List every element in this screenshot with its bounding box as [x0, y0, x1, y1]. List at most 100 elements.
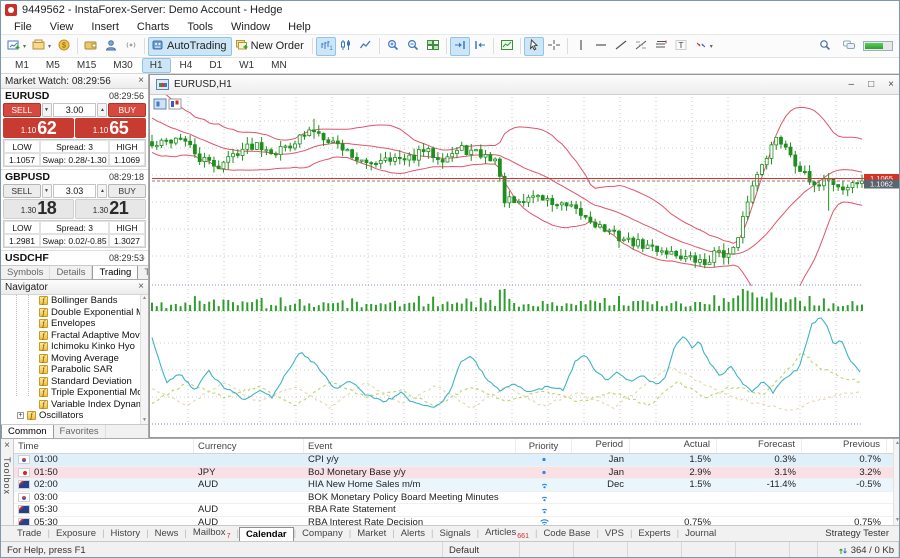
navigator-scrollbar[interactable]: ▲ ▼ — [140, 295, 148, 424]
menu-tools[interactable]: Tools — [178, 20, 222, 34]
tab-common[interactable]: Common — [1, 424, 54, 438]
tree-item-variable-index-dynamic-average[interactable]: fVariable Index Dynamic Average — [1, 399, 148, 411]
minimize-icon[interactable]: – — [849, 79, 855, 90]
tree-item-triple-exponential-moving-average[interactable]: fTriple Exponential Moving Average — [1, 387, 148, 399]
templates-button[interactable] — [497, 37, 517, 56]
tab-calendar[interactable]: Calendar — [239, 527, 294, 541]
buy-button[interactable]: BUY — [108, 184, 146, 198]
tab-alerts[interactable]: Alerts — [395, 527, 431, 540]
volume-up-button[interactable]: ▲ — [97, 184, 107, 198]
tree-item-parabolic-sar[interactable]: fParabolic SAR — [1, 364, 148, 376]
symbol-block-eurusd[interactable]: EURUSD08:29:56SELL▼3.00▲BUY1.10621.1065L… — [1, 89, 148, 170]
new-chart-button[interactable]: ▾ — [4, 37, 29, 56]
chart-shift-button[interactable] — [470, 37, 490, 56]
deposit-button[interactable] — [81, 37, 101, 56]
tile-windows-button[interactable] — [423, 37, 443, 56]
calendar-row[interactable]: 01:50JPYBoJ Monetary Base y/yJan2.9%3.1%… — [14, 467, 900, 480]
tab-code-base[interactable]: Code Base — [537, 527, 596, 540]
menu-view[interactable]: View — [41, 20, 83, 34]
volume-up-button[interactable]: ▲ — [97, 103, 107, 117]
tree-item-oscillators[interactable]: +fOscillators — [1, 410, 148, 422]
close-icon[interactable]: × — [138, 76, 144, 86]
tab-history[interactable]: History — [105, 527, 147, 540]
menu-insert[interactable]: Insert — [82, 20, 128, 34]
sell-button[interactable]: SELL — [3, 103, 41, 117]
zoom-in-button[interactable] — [383, 37, 403, 56]
close-icon[interactable]: × — [888, 79, 894, 90]
autotrading-button[interactable]: AutoTrading — [148, 37, 232, 56]
chart-window-titlebar[interactable]: EURUSD,H1 –□× — [150, 75, 900, 95]
scroll-up-icon[interactable]: ▲ — [895, 441, 900, 446]
tree-item-ichimoku-kinko-hyo[interactable]: fIchimoku Kinko Hyo — [1, 341, 148, 353]
tab-signals[interactable]: Signals — [433, 527, 476, 540]
timeframe-m1[interactable]: M1 — [7, 58, 37, 73]
timeframe-h1[interactable]: H1 — [142, 58, 171, 73]
price-chart[interactable]: 1.10651.1062 — [150, 95, 900, 437]
tab-market[interactable]: Market — [351, 527, 392, 540]
menu-file[interactable]: File — [5, 20, 41, 34]
volume-field[interactable]: 3.03 — [53, 184, 97, 198]
tab-symbols[interactable]: Symbols — [1, 266, 50, 279]
tab-exposure[interactable]: Exposure — [50, 527, 102, 540]
tab-trade[interactable]: Trade — [11, 527, 47, 540]
volume-down-button[interactable]: ▼ — [42, 103, 52, 117]
volume-down-button[interactable]: ▼ — [42, 184, 52, 198]
timeframe-h4[interactable]: H4 — [172, 58, 201, 73]
tab-favorites[interactable]: Favorites — [54, 425, 106, 438]
scroll-down-icon[interactable]: ▼ — [140, 257, 146, 263]
tab-experts[interactable]: Experts — [632, 527, 676, 540]
close-icon[interactable]: × — [138, 282, 144, 292]
arrows-button[interactable]: ▾ — [691, 37, 716, 56]
maximize-icon[interactable]: □ — [868, 79, 874, 90]
calendar-row[interactable]: 03:00BOK Monetary Policy Board Meeting M… — [14, 492, 900, 505]
menu-charts[interactable]: Charts — [128, 20, 178, 34]
tab-details[interactable]: Details — [50, 266, 92, 279]
tree-item-bollinger-bands[interactable]: fBollinger Bands — [1, 295, 148, 307]
new-order-button[interactable]: New Order — [232, 37, 309, 56]
timeframe-d1[interactable]: D1 — [201, 58, 230, 73]
scroll-down-icon[interactable]: ▼ — [895, 518, 900, 523]
vertical-line-button[interactable] — [571, 37, 591, 56]
calendar-scrollbar[interactable]: ▲ ▼ — [893, 439, 900, 525]
close-icon[interactable]: × — [4, 441, 10, 451]
timeframe-m30[interactable]: M30 — [105, 58, 140, 73]
menu-window[interactable]: Window — [222, 20, 279, 34]
toolbox-vertical-tab[interactable]: × Toolbox — [1, 438, 14, 525]
tab-news[interactable]: News — [149, 527, 185, 540]
timeframe-w1[interactable]: W1 — [231, 58, 262, 73]
tree-item-standard-deviation[interactable]: fStandard Deviation — [1, 376, 148, 388]
tree-item-envelopes[interactable]: fEnvelopes — [1, 318, 148, 330]
fibonacci-button[interactable] — [631, 37, 651, 56]
calendar-row[interactable]: 05:30AUDRBA Rate Statement — [14, 504, 900, 517]
horizontal-line-button[interactable] — [591, 37, 611, 56]
status-profile[interactable]: Default — [443, 542, 520, 558]
tab-trading[interactable]: Trading — [92, 265, 138, 279]
buy-button[interactable]: BUY — [108, 103, 146, 117]
expand-icon[interactable]: + — [17, 412, 24, 419]
tab-vps[interactable]: VPS — [599, 527, 630, 540]
scroll-down-icon[interactable]: ▼ — [142, 418, 147, 423]
timeframe-m15[interactable]: M15 — [69, 58, 104, 73]
accounts-button[interactable] — [101, 37, 121, 56]
sell-button[interactable]: SELL — [3, 184, 41, 198]
crosshair-button[interactable] — [544, 37, 564, 56]
tree-item-fractal-adaptive-moving-average[interactable]: fFractal Adaptive Moving Average — [1, 330, 148, 342]
profiles-button[interactable]: ▾ — [29, 37, 54, 56]
scroll-up-icon[interactable]: ▲ — [142, 296, 147, 301]
tree-item-moving-average[interactable]: fMoving Average — [1, 353, 148, 365]
auto-scroll-button[interactable] — [450, 37, 470, 56]
chat-button[interactable] — [839, 37, 859, 56]
text-button[interactable]: T — [671, 37, 691, 56]
search-button[interactable] — [815, 37, 835, 56]
signals-button[interactable] — [121, 37, 141, 56]
calendar-row[interactable]: 02:00AUDHIA New Home Sales m/mDec1.5%-11… — [14, 479, 900, 492]
bars-button[interactable]: 1 — [316, 37, 336, 56]
tab-ticks[interactable]: Ticks — [138, 266, 148, 279]
tab-mailbox[interactable]: Mailbox7 — [187, 526, 237, 541]
timeframe-mn[interactable]: MN — [263, 58, 295, 73]
timeframe-m5[interactable]: M5 — [38, 58, 68, 73]
zoom-out-button[interactable] — [403, 37, 423, 56]
calendar-row[interactable]: 05:30AUDRBA Interest Rate Decision0.75%0… — [14, 517, 900, 526]
trendline-button[interactable] — [611, 37, 631, 56]
volume-field[interactable]: 3.00 — [53, 103, 97, 117]
